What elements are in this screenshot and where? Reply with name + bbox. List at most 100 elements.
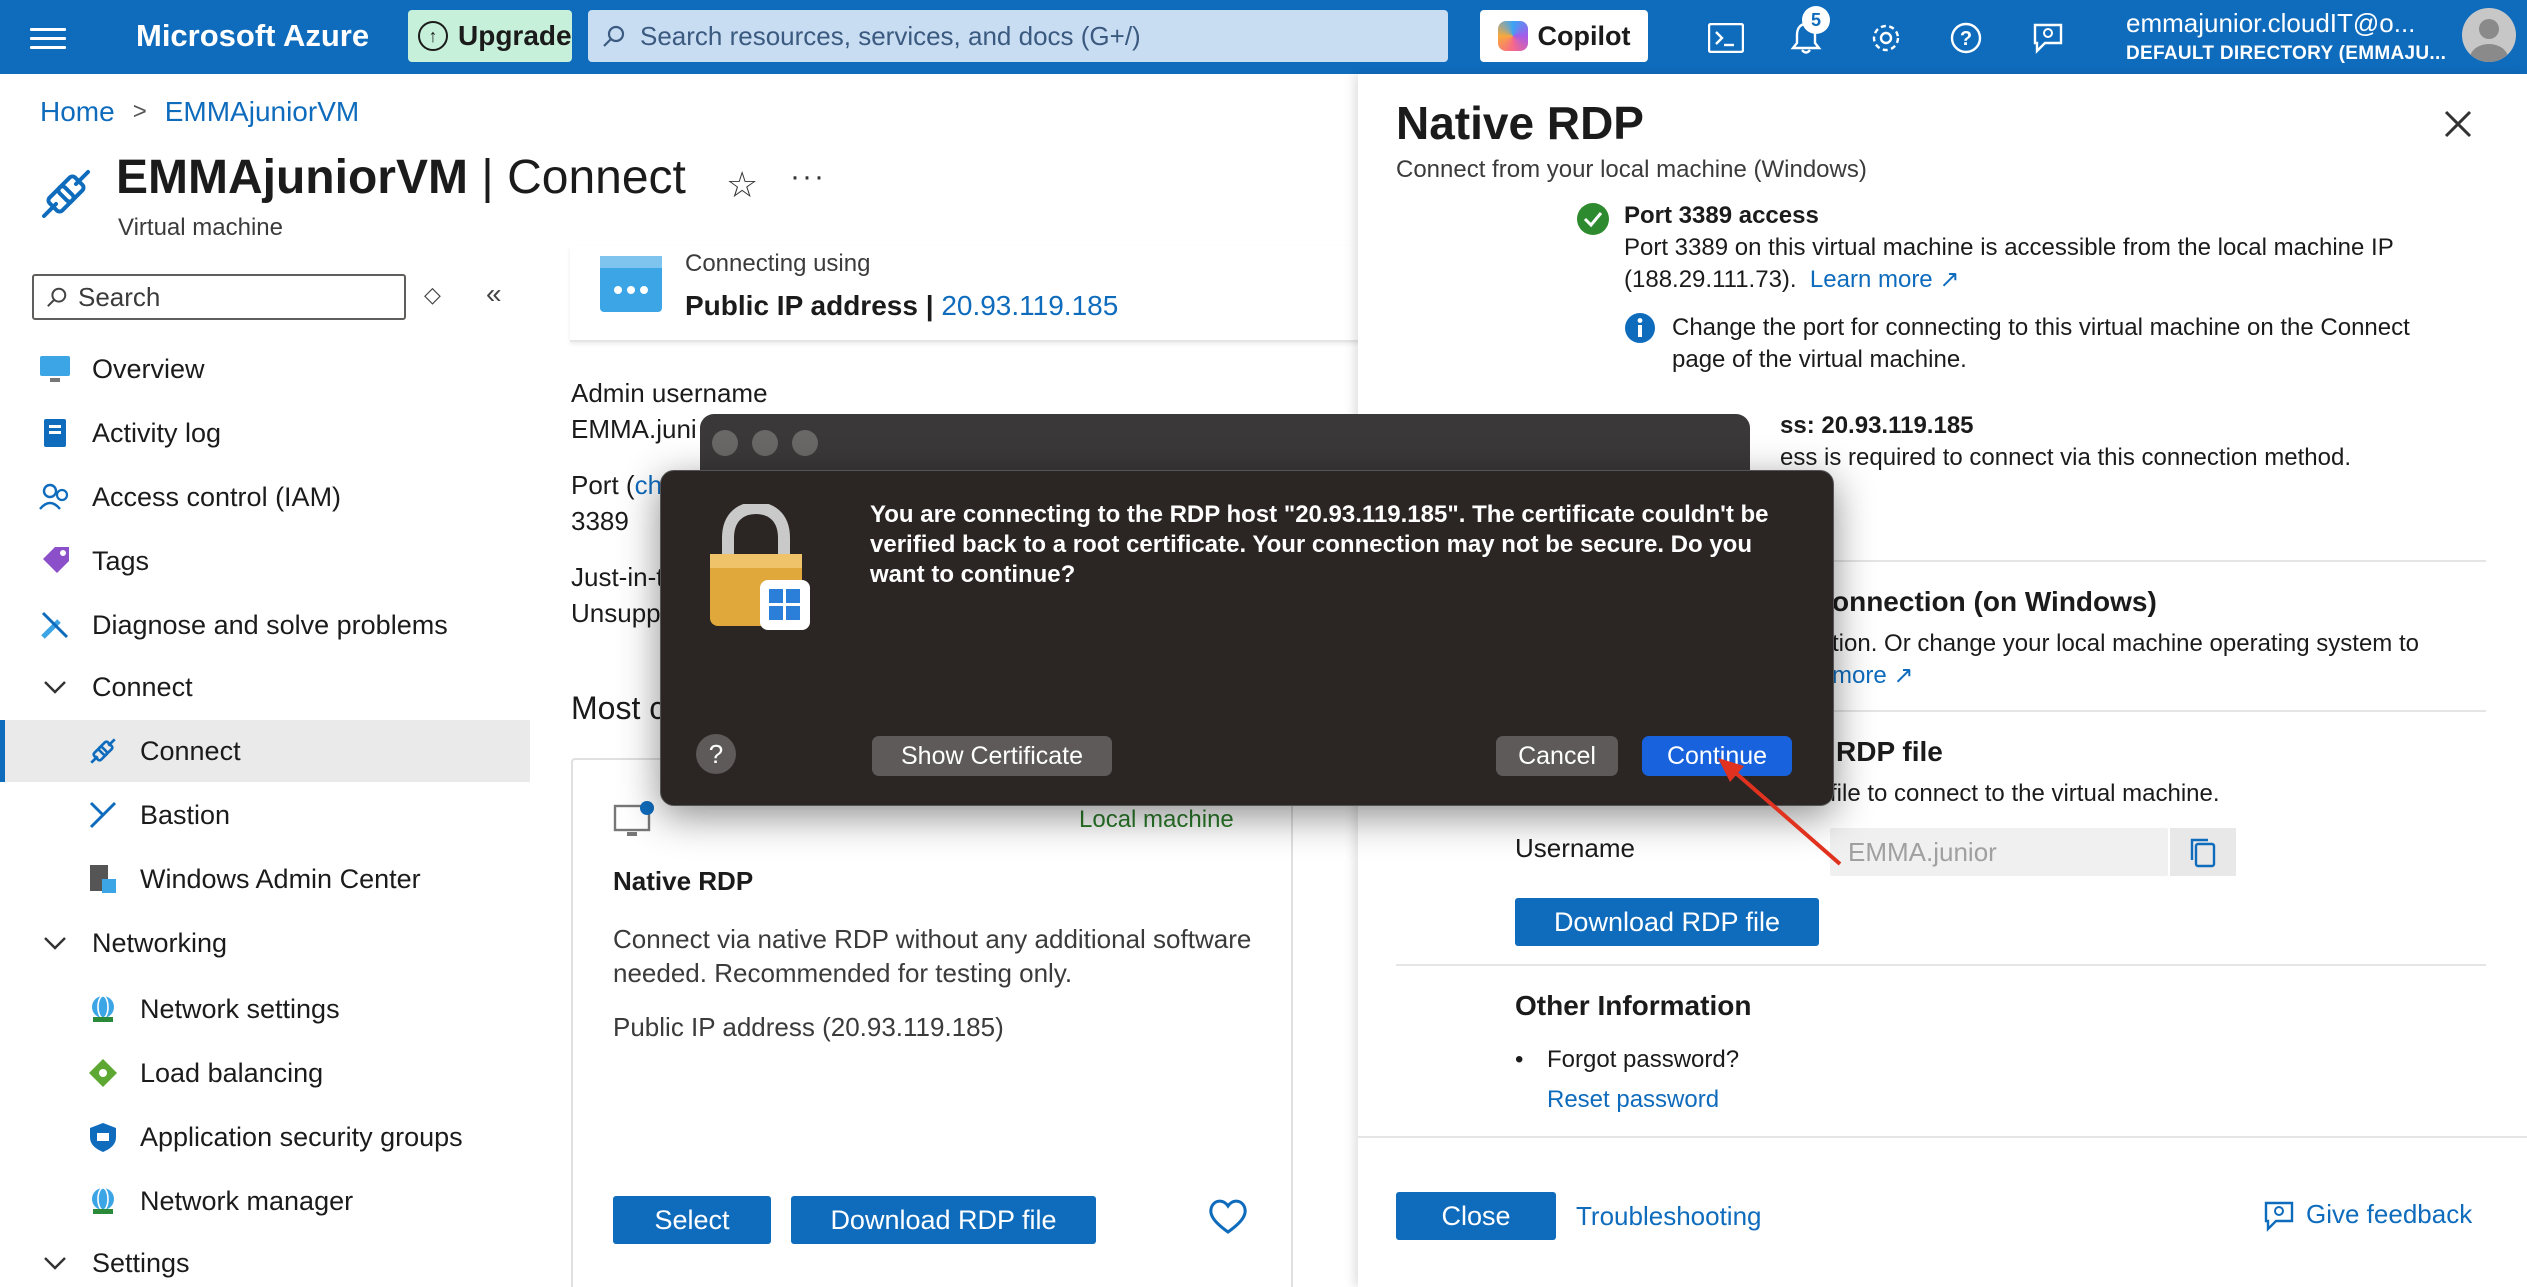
bullet: •: [1515, 1046, 1524, 1073]
connection-ip: Public IP address | 20.93.119.185: [685, 290, 1118, 322]
change-port-link[interactable]: ch: [635, 470, 662, 500]
breadcrumb-vm[interactable]: EMMAjuniorVM: [165, 96, 359, 128]
avatar[interactable]: [2462, 8, 2516, 62]
settings-gear-icon[interactable]: [1866, 18, 1906, 58]
dialog-title-bar[interactable]: [700, 414, 1750, 474]
notification-count-badge: 5: [1802, 6, 1830, 34]
copy-icon[interactable]: [2170, 828, 2236, 876]
sidebar-item-label: Access control (IAM): [92, 481, 342, 512]
select-button[interactable]: Select: [613, 1196, 771, 1244]
feedback-icon[interactable]: [2028, 18, 2068, 58]
sidebar-item-asg[interactable]: Application security groups: [0, 1106, 530, 1168]
shield-icon: [86, 1120, 120, 1154]
copilot-button[interactable]: Copilot: [1480, 10, 1648, 62]
sidebar-item-label: Application security groups: [140, 1121, 463, 1152]
copilot-label: Copilot: [1537, 20, 1631, 51]
troubleshooting-text: Troubleshooting: [1576, 1200, 1762, 1232]
search-icon: [47, 287, 67, 307]
sidebar-item-diagnose[interactable]: Diagnose and solve problems: [0, 594, 530, 656]
breadcrumb-home[interactable]: Home: [40, 96, 115, 128]
menu-icon[interactable]: [30, 22, 66, 52]
chevron-down-icon: [38, 926, 72, 960]
sidebar-item-label: Activity log: [92, 417, 222, 448]
local-machine-badge: Local machine: [1079, 806, 1234, 833]
feedback-icon: [2264, 1201, 2294, 1233]
learn-more-link[interactable]: Learn more: [1810, 266, 1933, 293]
sidebar-item-iam[interactable]: Access control (IAM): [0, 466, 530, 528]
expand-collapse-icon[interactable]: ◇: [424, 282, 441, 308]
breadcrumb-chevron-icon: >: [132, 98, 147, 125]
top-bar: Microsoft Azure ↑ Upgrade Search resourc…: [0, 0, 2527, 74]
connecting-using-label: Connecting using: [685, 250, 871, 277]
close-icon[interactable]: [2438, 104, 2478, 144]
sidebar-item-label: Load balancing: [140, 1057, 324, 1088]
reset-password-text: Reset password: [1547, 1084, 1719, 1116]
help-icon[interactable]: ?: [1946, 18, 1986, 58]
sidebar-item-label: Connect: [140, 735, 241, 766]
show-certificate-button[interactable]: Show Certificate: [872, 736, 1112, 776]
heart-icon[interactable]: [1206, 1194, 1250, 1238]
give-feedback-link[interactable]: Give feedback: [2306, 1199, 2472, 1229]
give-feedback[interactable]: Give feedback: [2262, 1198, 2472, 1233]
admin-username-label: Admin username: [571, 378, 768, 408]
sidebar-item-bastion[interactable]: Bastion: [0, 784, 530, 846]
username-field[interactable]: EMMA.junior: [1830, 828, 2168, 876]
sidebar-item-load-balancing[interactable]: Load balancing: [0, 1042, 530, 1104]
sidebar-item-overview[interactable]: Overview: [0, 338, 530, 400]
window-zoom-icon[interactable]: [792, 430, 818, 456]
admin-center-icon: [86, 862, 120, 896]
sidebar-item-windows-admin-center[interactable]: Windows Admin Center: [0, 848, 530, 910]
connect-plug-icon: [86, 734, 120, 768]
help-button[interactable]: ?: [696, 734, 736, 774]
sidebar-item-label: Diagnose and solve problems: [92, 609, 448, 640]
favorite-star-icon[interactable]: ☆: [726, 164, 758, 206]
sidebar-group-connect[interactable]: Connect: [0, 656, 530, 718]
sidebar-item-activity-log[interactable]: Activity log: [0, 402, 530, 464]
upgrade-button[interactable]: ↑ Upgrade: [408, 10, 572, 62]
panel-title: Native RDP: [1396, 97, 1644, 149]
page-title: EMMAjuniorVM | Connect: [116, 150, 686, 205]
ip-section-desc: ess is required to connect via this conn…: [1780, 444, 2351, 471]
upgrade-arrow-icon: ↑: [418, 21, 448, 51]
sidebar-group-networking[interactable]: Networking: [0, 912, 530, 974]
cloud-shell-icon[interactable]: [1706, 18, 1746, 58]
global-search-input[interactable]: Search resources, services, and docs (G+…: [588, 10, 1448, 62]
connection-more: more ↗: [1832, 660, 1913, 692]
most-common-heading: Most c: [571, 690, 666, 726]
panel-download-rdp-button[interactable]: Download RDP file: [1515, 898, 1819, 946]
collapse-sidebar-icon[interactable]: «: [486, 278, 502, 310]
cancel-button[interactable]: Cancel: [1496, 736, 1618, 776]
sidebar-item-tags[interactable]: Tags: [0, 530, 530, 592]
learn-more-link[interactable]: more: [1832, 662, 1887, 689]
troubleshooting-link[interactable]: Troubleshooting: [1576, 1201, 1762, 1231]
other-info-title: Other Information: [1515, 990, 1752, 1021]
sidebar-search-input[interactable]: Search: [32, 274, 406, 320]
close-button[interactable]: Close: [1396, 1192, 1556, 1240]
sidebar-item-network-settings[interactable]: Network settings: [0, 978, 530, 1040]
reset-password-link[interactable]: Reset password: [1547, 1086, 1719, 1113]
download-rdp-button[interactable]: Download RDP file: [791, 1196, 1096, 1244]
remote-desktop-icon: [613, 801, 654, 836]
card-public-ip: Public IP address (20.93.119.185): [613, 1012, 1004, 1042]
sidebar-item-label: Bastion: [140, 799, 231, 830]
more-options-icon[interactable]: ···: [790, 160, 826, 194]
upgrade-label: Upgrade: [458, 20, 572, 51]
ip-label: Public IP address |: [685, 290, 942, 321]
page-subtitle: Virtual machine: [118, 214, 283, 241]
rdp-file-desc: file to connect to the virtual machine.: [1830, 780, 2220, 807]
sidebar-item-label: Tags: [92, 545, 150, 576]
sidebar-item-network-manager[interactable]: Network manager: [0, 1170, 530, 1232]
port-access-title: Port 3389 access: [1624, 202, 1819, 229]
account-menu[interactable]: emmajunior.cloudIT@o... DEFAULT DIRECTOR…: [2126, 8, 2446, 65]
sidebar-group-settings[interactable]: Settings: [0, 1232, 530, 1287]
info-text-1: Change the port for connecting to this v…: [1672, 314, 2410, 341]
brand-name[interactable]: Microsoft Azure: [136, 18, 369, 54]
port-access-desc-2: (188.29.111.73). Learn more ↗: [1624, 264, 1959, 296]
window-close-icon[interactable]: [712, 430, 738, 456]
ip-link[interactable]: 20.93.119.185: [941, 290, 1118, 321]
sidebar-item-connect[interactable]: Connect: [0, 720, 530, 782]
sidebar-item-label: Overview: [92, 353, 205, 384]
continue-button[interactable]: Continue: [1642, 736, 1792, 776]
network-globe-icon: [86, 1184, 120, 1218]
window-minimize-icon[interactable]: [752, 430, 778, 456]
